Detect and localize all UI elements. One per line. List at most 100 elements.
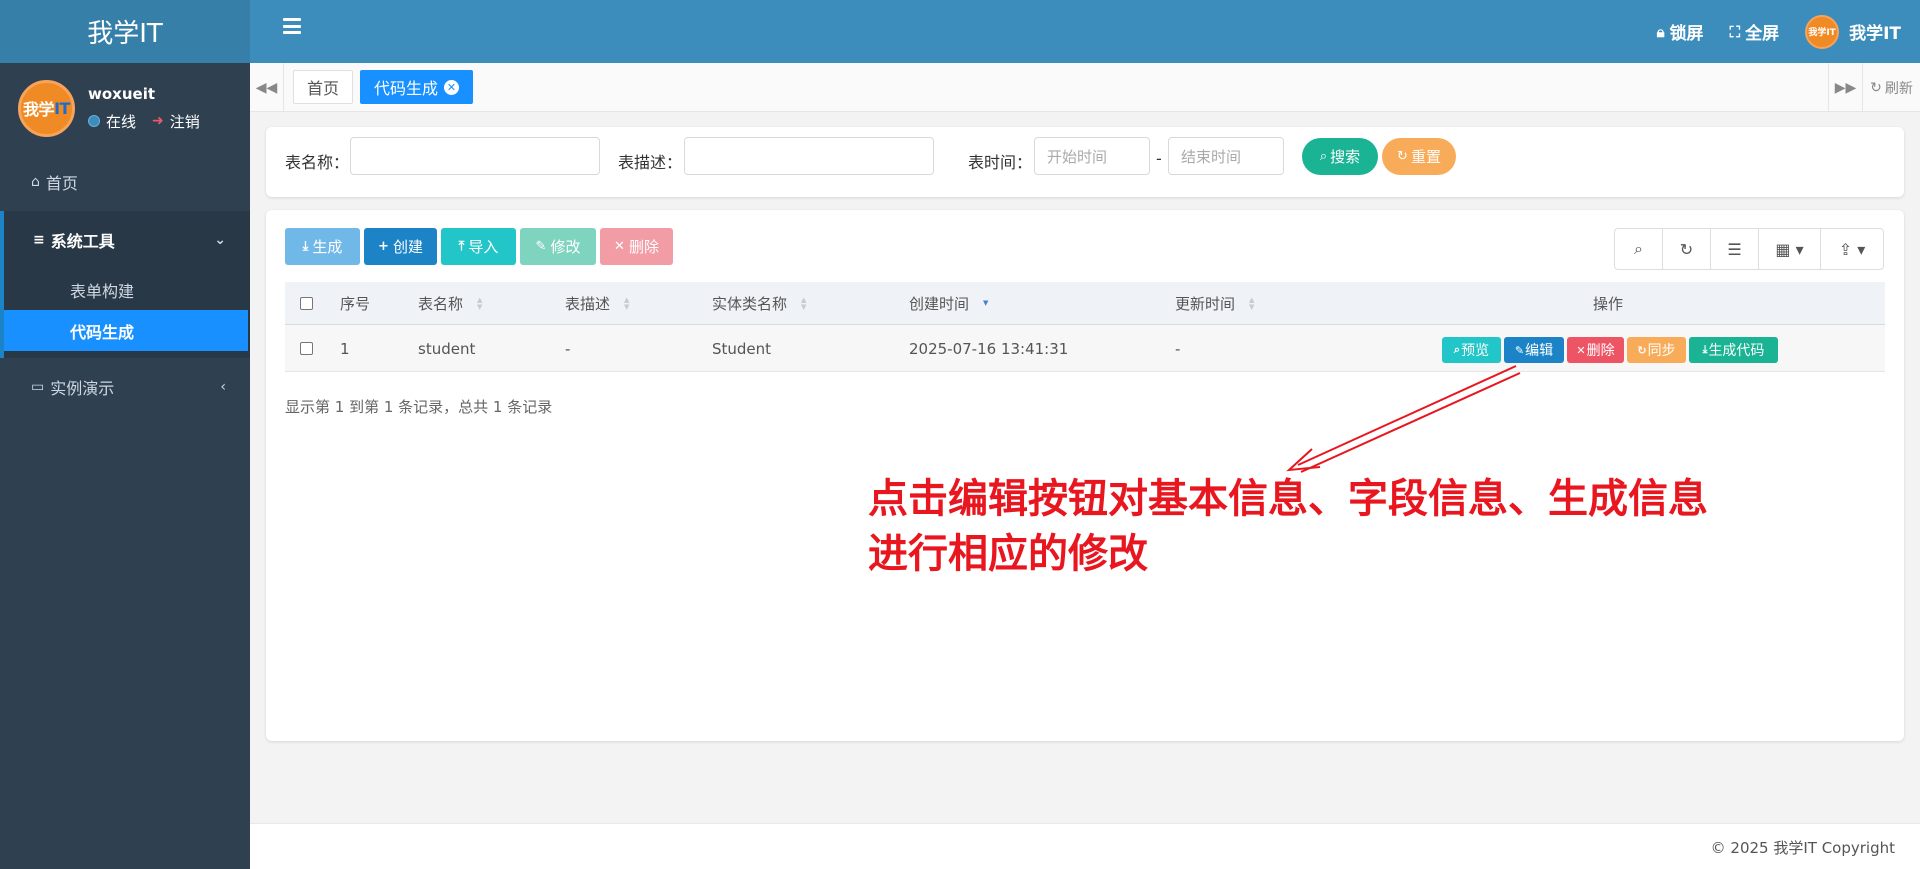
col-label: 实体类名称 bbox=[712, 295, 788, 313]
col-class-name[interactable]: 实体类名称 ▲ ▼ bbox=[712, 282, 806, 325]
home-icon: ⌂ bbox=[31, 174, 40, 190]
search-panel: 表名称： 表描述： 表时间： 开始时间 - 结束时间 ⌕ 搜索 ↻ 重置 bbox=[266, 127, 1904, 197]
import-button[interactable]: ⤒ 导入 bbox=[441, 228, 516, 265]
cell-table-name: student bbox=[418, 339, 476, 358]
annotation-text: 点击编辑按钮对基本信息、字段信息、生成信息 进行相应的修改 bbox=[868, 472, 1708, 582]
sidebar-item-form-builder[interactable]: 表单构建 bbox=[4, 269, 250, 310]
select-all-checkbox[interactable] bbox=[300, 297, 313, 310]
brand-text: 我学IT bbox=[87, 19, 163, 49]
bars-icon[interactable] bbox=[283, 18, 301, 34]
delete-row-button[interactable]: ✕ 删除 bbox=[1567, 337, 1624, 363]
generate-button[interactable]: ⤓ 生成 bbox=[285, 228, 360, 265]
col-label: 表名称 bbox=[418, 295, 464, 313]
create-button[interactable]: + 创建 bbox=[364, 228, 437, 265]
cell-table-desc: - bbox=[565, 339, 571, 358]
sidebar-group-tools: ≡ 系统工具 ⌄ 表单构建 代码生成 bbox=[0, 211, 250, 358]
brand-logo[interactable]: 我学IT bbox=[0, 0, 250, 63]
end-time-input[interactable]: 结束时间 bbox=[1168, 137, 1284, 175]
upload-icon: ⤒ bbox=[458, 239, 465, 254]
row-checkbox[interactable] bbox=[300, 342, 313, 355]
avatar: 我学IT bbox=[1805, 14, 1840, 49]
edit-row-label: 编辑 bbox=[1525, 343, 1554, 359]
col-label: 创建时间 bbox=[909, 295, 970, 313]
refresh-icon[interactable]: ↻ bbox=[1663, 229, 1711, 269]
search-button-label: 搜索 bbox=[1330, 148, 1361, 166]
search-button[interactable]: ⌕ 搜索 bbox=[1302, 138, 1378, 175]
preview-label: 预览 bbox=[1461, 343, 1490, 359]
sidebar-item-demo[interactable]: ▭ 实例演示 ‹ bbox=[0, 358, 250, 416]
sync-row-button[interactable]: ↻ 同步 bbox=[1627, 337, 1686, 363]
sidebar-item-home[interactable]: ⌂ 首页 bbox=[0, 153, 250, 211]
delete-button[interactable]: ✕ 删除 bbox=[600, 228, 673, 265]
topbar: 🔒︎ 锁屏 ⛶ 全屏 我学IT 我学IT bbox=[250, 0, 1920, 63]
download-icon: ⤓ bbox=[302, 239, 309, 254]
tab-home[interactable]: 首页 bbox=[293, 70, 354, 104]
tab-label: 代码生成 bbox=[374, 79, 439, 98]
start-time-input[interactable]: 开始时间 bbox=[1034, 137, 1150, 175]
logout-link[interactable]: 注销 bbox=[170, 111, 200, 132]
monitor-icon: ▭ bbox=[31, 379, 45, 395]
copyright-text: © 2025 我学IT Copyright bbox=[1710, 839, 1895, 857]
table-name-input[interactable] bbox=[350, 137, 600, 175]
generate-code-row-button[interactable]: ⤓ 生成代码 bbox=[1689, 337, 1778, 363]
close-icon[interactable]: ✕ bbox=[444, 79, 460, 95]
tab-code-gen[interactable]: 代码生成 ✕ bbox=[360, 70, 474, 104]
sidebar-item-code-gen[interactable]: 代码生成 bbox=[4, 310, 248, 351]
export-icon[interactable]: ⇪ ▾ bbox=[1821, 229, 1883, 269]
download-icon: ⤓ bbox=[1702, 343, 1708, 356]
chevron-left-icon: ‹ bbox=[220, 379, 226, 395]
refresh-icon: ↻ bbox=[1397, 149, 1408, 164]
table-toolbar: ⌕ ↻ ☰ ▦ ▾ ⇪ ▾ bbox=[1614, 228, 1884, 270]
list-icon[interactable]: ☰ bbox=[1711, 229, 1759, 269]
create-label: 创建 bbox=[392, 238, 423, 256]
user-menu-label: 我学IT bbox=[1849, 24, 1901, 44]
fullscreen-button[interactable]: ⛶ 全屏 bbox=[1729, 19, 1780, 45]
refresh-tab-button[interactable]: ↻ 刷新 bbox=[1862, 63, 1920, 112]
user-menu[interactable]: 我学IT 我学IT bbox=[1805, 14, 1901, 49]
import-label: 导入 bbox=[468, 238, 499, 256]
sidebar: 我学IT 我学 IT woxueit 在线 ➜ 注销 ⌂ 首页 ≡ 系统工具 ⌄ 表单构… bbox=[0, 0, 250, 869]
col-index: 序号 bbox=[340, 295, 371, 313]
edit-row-button[interactable]: ✎ 编辑 bbox=[1504, 337, 1564, 363]
tab-scroll-left-icon[interactable]: ◀◀ bbox=[250, 63, 284, 112]
table-row[interactable]: 1 student - Student 2025-07-16 13:41:31 … bbox=[285, 325, 1885, 372]
col-table-desc[interactable]: 表描述 ▲ ▼ bbox=[565, 282, 629, 325]
sidebar-item-label: 系统工具 bbox=[50, 232, 115, 251]
preview-row-button[interactable]: ⌕ 预览 bbox=[1442, 337, 1501, 363]
cell-updated: - bbox=[1175, 339, 1181, 358]
avatar-text: 我学 bbox=[23, 100, 55, 119]
generate-label: 生成 bbox=[312, 238, 343, 256]
col-label: 更新时间 bbox=[1175, 295, 1236, 313]
close-icon: ✕ bbox=[614, 239, 625, 254]
user-panel: 我学 IT woxueit 在线 ➜ 注销 bbox=[0, 63, 250, 153]
tab-scroll-right-icon[interactable]: ▶▶ bbox=[1828, 63, 1862, 112]
expand-icon: ⛶ bbox=[1729, 22, 1741, 41]
chevron-down-icon: ⌄ bbox=[214, 232, 226, 248]
sort-icon: ▲ ▼ bbox=[801, 295, 807, 311]
col-updated[interactable]: 更新时间 ▲ ▼ bbox=[1175, 282, 1254, 325]
edit-icon: ✎ bbox=[535, 239, 547, 254]
edit-icon: ✎ bbox=[1514, 343, 1525, 357]
grid-icon[interactable]: ▦ ▾ bbox=[1759, 229, 1821, 269]
lock-screen-button[interactable]: 🔒︎ 锁屏 bbox=[1657, 19, 1704, 45]
cell-class-name: Student bbox=[712, 339, 772, 358]
search-icon: ⌕ bbox=[1319, 149, 1328, 164]
online-status: 在线 bbox=[106, 112, 137, 131]
avatar-it-text: IT bbox=[54, 98, 70, 118]
bars-icon: ≡ bbox=[33, 232, 45, 248]
delete-label: 删除 bbox=[628, 238, 659, 256]
col-created[interactable]: 创建时间 ▼ bbox=[909, 282, 988, 325]
search-icon[interactable]: ⌕ bbox=[1615, 229, 1663, 269]
user-name: woxueit bbox=[88, 84, 156, 103]
logout-icon[interactable]: ➜ bbox=[152, 113, 164, 129]
table-desc-input[interactable] bbox=[684, 137, 934, 175]
table-time-label: 表时间： bbox=[968, 153, 1033, 172]
sidebar-item-tools[interactable]: ≡ 系统工具 ⌄ bbox=[4, 211, 250, 269]
refresh-label: 刷新 bbox=[1884, 80, 1913, 97]
col-table-name[interactable]: 表名称 ▲ ▼ bbox=[418, 282, 482, 325]
edit-button[interactable]: ✎ 修改 bbox=[520, 228, 596, 265]
reset-button[interactable]: ↻ 重置 bbox=[1382, 138, 1456, 175]
pagination-info: 显示第 1 到第 1 条记录，总共 1 条记录 bbox=[285, 398, 553, 416]
lock-label: 锁屏 bbox=[1669, 24, 1704, 44]
sort-icon: ▲ ▼ bbox=[624, 295, 630, 311]
